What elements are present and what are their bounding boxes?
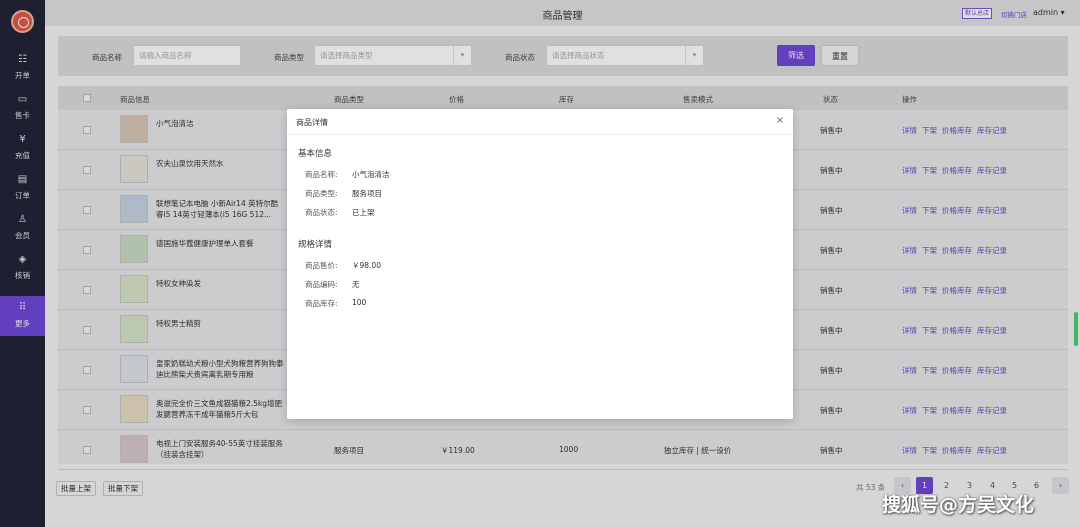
spec-info-title: 规格详情 — [298, 240, 333, 250]
product-detail-modal: 商品详情 × 基本信息 商品名称: 小气泡清洁 商品类型: 服务项目 商品状态:… — [287, 109, 793, 419]
basic-info-title: 基本信息 — [298, 149, 333, 159]
watermark-text: 搜狐号@方吴文化 — [882, 494, 1035, 516]
scroll-indicator[interactable] — [1074, 312, 1078, 346]
detail-stock-label: 商品库存: — [305, 299, 338, 308]
close-icon[interactable]: × — [776, 115, 784, 126]
detail-type-value: 服务项目 — [352, 189, 382, 198]
modal-header: 商品详情 × — [287, 109, 793, 135]
detail-status-label: 商品状态: — [305, 208, 338, 217]
detail-code-value: 无 — [352, 280, 360, 289]
detail-price-value: ￥98.00 — [352, 261, 381, 270]
detail-name-label: 商品名称: — [305, 170, 338, 179]
detail-stock-value: 100 — [352, 298, 367, 307]
detail-name-value: 小气泡清洁 — [352, 170, 390, 179]
detail-code-label: 商品编码: — [305, 280, 338, 289]
detail-price-label: 商品售价: — [305, 261, 338, 270]
detail-status-value: 已上架 — [352, 208, 375, 217]
modal-title: 商品详情 — [296, 118, 328, 127]
detail-type-label: 商品类型: — [305, 189, 338, 198]
